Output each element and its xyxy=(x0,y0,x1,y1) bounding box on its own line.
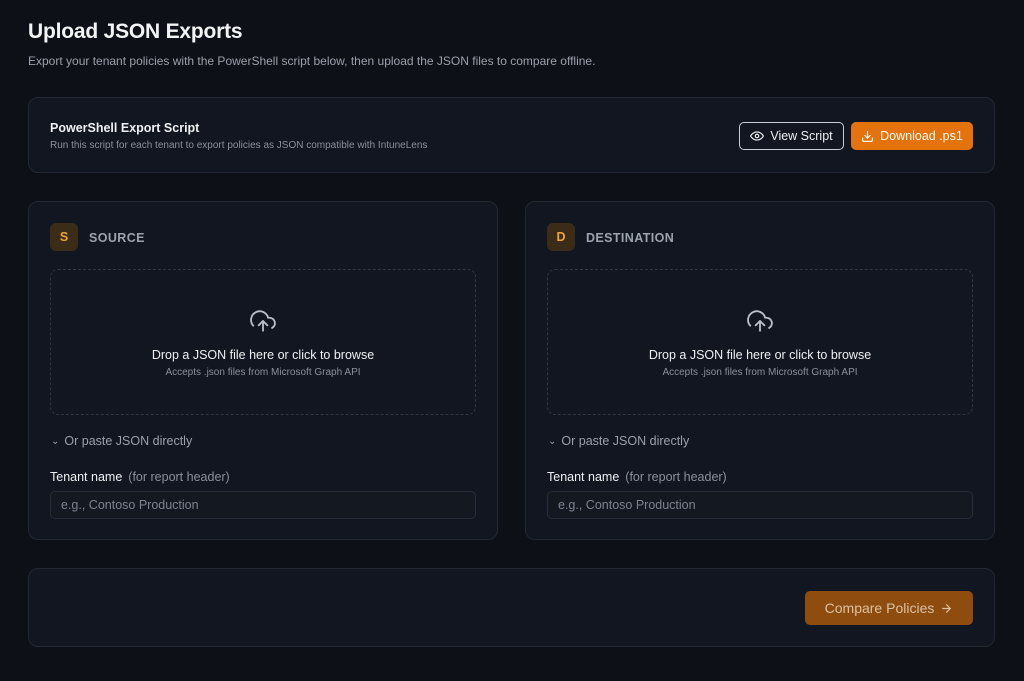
destination-drop-title: Drop a JSON file here or click to browse xyxy=(648,348,872,362)
source-tenant-hint: (for report header) xyxy=(128,470,230,484)
download-icon xyxy=(862,130,874,142)
source-panel: S SOURCE Drop a JSON file here or click … xyxy=(28,201,498,540)
page-subtitle: Export your tenant policies with the Pow… xyxy=(28,54,596,68)
destination-tenant-name-input[interactable] xyxy=(547,491,973,519)
chevron-down-icon: ⌄ xyxy=(548,435,557,447)
view-script-label: View Script xyxy=(770,129,833,143)
compare-footer-card: Compare Policies xyxy=(28,568,995,647)
source-paste-json-label: Or paste JSON directly xyxy=(64,434,193,448)
destination-badge: D xyxy=(547,223,575,251)
destination-tenant-label: Tenant name (for report header) xyxy=(547,470,727,484)
chevron-down-icon: ⌄ xyxy=(51,435,60,447)
download-ps1-button[interactable]: Download .ps1 xyxy=(851,122,973,150)
source-badge: S xyxy=(50,223,78,251)
destination-paste-json-label: Or paste JSON directly xyxy=(561,434,690,448)
source-drop-subtitle: Accepts .json files from Microsoft Graph… xyxy=(165,367,361,378)
script-card-title: PowerShell Export Script xyxy=(50,121,200,135)
eye-icon xyxy=(750,131,765,141)
source-panel-label: SOURCE xyxy=(89,231,145,245)
source-drop-title: Drop a JSON file here or click to browse xyxy=(151,348,375,362)
cloud-upload-icon xyxy=(747,310,773,332)
source-paste-json-toggle[interactable]: ⌄ Or paste JSON directly xyxy=(51,434,192,448)
cloud-upload-icon xyxy=(250,310,276,332)
script-card-description: Run this script for each tenant to expor… xyxy=(50,140,428,151)
download-ps1-label: Download .ps1 xyxy=(880,129,963,143)
compare-policies-label: Compare Policies xyxy=(824,600,935,616)
destination-paste-json-toggle[interactable]: ⌄ Or paste JSON directly xyxy=(548,434,689,448)
destination-dropzone[interactable]: Drop a JSON file here or click to browse… xyxy=(547,269,973,415)
export-script-card: PowerShell Export Script Run this script… xyxy=(28,97,995,173)
compare-policies-button[interactable]: Compare Policies xyxy=(805,591,973,625)
source-tenant-label-text: Tenant name xyxy=(50,470,123,484)
arrow-right-icon xyxy=(942,603,952,613)
destination-drop-subtitle: Accepts .json files from Microsoft Graph… xyxy=(662,367,858,378)
source-tenant-label: Tenant name (for report header) xyxy=(50,470,230,484)
page-title: Upload JSON Exports xyxy=(28,20,243,43)
source-dropzone[interactable]: Drop a JSON file here or click to browse… xyxy=(50,269,476,415)
source-tenant-name-input[interactable] xyxy=(50,491,476,519)
destination-tenant-label-text: Tenant name xyxy=(547,470,620,484)
view-script-button[interactable]: View Script xyxy=(739,122,844,150)
destination-panel: D DESTINATION Drop a JSON file here or c… xyxy=(525,201,995,540)
destination-tenant-hint: (for report header) xyxy=(625,470,727,484)
destination-panel-label: DESTINATION xyxy=(586,231,675,245)
